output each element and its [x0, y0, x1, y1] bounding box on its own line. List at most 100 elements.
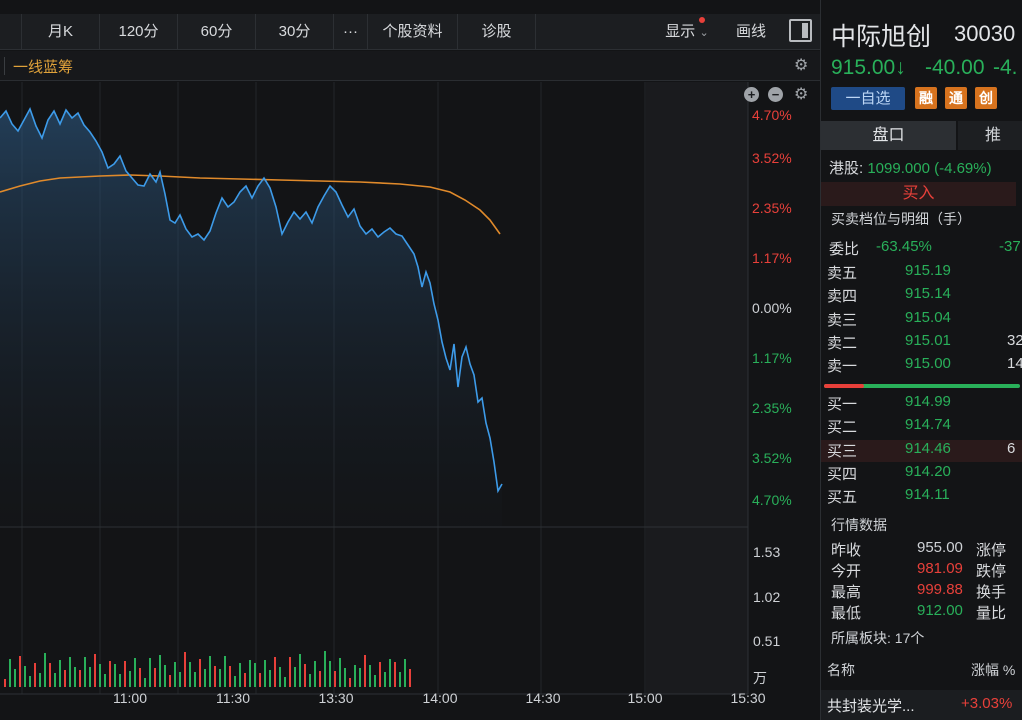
- volume-bar: [19, 656, 21, 687]
- chevron-down-icon: ⌄: [699, 27, 709, 39]
- bid-row[interactable]: 买五 914.11: [821, 486, 1022, 508]
- hk-quote-line: 港股: 1099.000 (-4.69%): [821, 157, 1022, 178]
- indicator-divider: [4, 57, 5, 75]
- weibi-value: -63.45%: [876, 238, 932, 255]
- depth-ratio-bar: [824, 384, 1020, 388]
- volume-bar: [14, 669, 16, 687]
- connect-tag: 通: [945, 87, 967, 109]
- ask-level-volume: 32: [1007, 331, 1022, 349]
- gear-icon[interactable]: ⚙: [794, 55, 808, 75]
- volume-bar: [264, 660, 266, 687]
- market-value: 999.88: [917, 581, 963, 598]
- volume-bar: [329, 661, 331, 687]
- time-tick-label: 11:30: [216, 690, 250, 706]
- volume-bar: [254, 663, 256, 687]
- last-price: 915.00↓: [831, 56, 906, 79]
- percent-tick-label: 4.70%: [752, 492, 792, 508]
- ask-row[interactable]: 卖四 915.14: [821, 285, 1022, 307]
- sector-col-name: 名称: [827, 662, 855, 678]
- bid-row[interactable]: 买三 914.46 6: [821, 439, 1022, 462]
- sector-row[interactable]: 共封装光学... +3.03%: [821, 690, 1022, 720]
- volume-bar: [84, 657, 86, 687]
- time-tick-label: 13:30: [318, 690, 353, 706]
- tab-recommend[interactable]: 推: [958, 121, 1022, 150]
- volume-bar: [149, 658, 151, 687]
- volume-bar: [214, 666, 216, 687]
- stock-name: 中际旭创: [831, 23, 932, 51]
- volume-bar: [334, 671, 336, 687]
- volume-bar: [114, 664, 116, 687]
- volume-bar: [224, 656, 226, 687]
- ask-row[interactable]: 卖一 915.00 14: [821, 355, 1022, 377]
- ask-row[interactable]: 卖二 915.01 32: [821, 332, 1022, 354]
- ask-row[interactable]: 卖五 915.19: [821, 262, 1022, 284]
- volume-bar: [339, 658, 341, 687]
- indicator-label[interactable]: 一线蓝筹: [13, 56, 73, 77]
- volume-bar: [139, 668, 141, 687]
- tab-120min[interactable]: 120分: [100, 14, 178, 50]
- volume-bar: [389, 659, 391, 687]
- volume-bar: [109, 661, 111, 687]
- volume-bar: [289, 657, 291, 687]
- tab-month-k[interactable]: 月K: [22, 14, 100, 50]
- price-change: -40.00: [925, 56, 985, 79]
- ask-row[interactable]: 卖三 915.04: [821, 309, 1022, 331]
- volume-bar: [209, 656, 211, 687]
- bid-row[interactable]: 买一 914.99: [821, 393, 1022, 415]
- volume-bar: [144, 678, 146, 687]
- market-value: 955.00: [917, 539, 963, 556]
- stock-code: 30030: [954, 21, 1016, 46]
- market-value: 912.00: [917, 602, 963, 619]
- volume-bar: [379, 662, 381, 687]
- intraday-chart: 4.70% 3.52% 2.35% 1.17% 0.00% 1.17% 2.35% 3.52%…: [0, 82, 820, 720]
- volume-bar: [319, 671, 321, 687]
- volume-bar: [124, 661, 126, 687]
- more-button[interactable]: ···: [334, 14, 368, 50]
- tab-60min[interactable]: 60分: [178, 14, 256, 50]
- volume-bar: [59, 660, 61, 687]
- volume-bar: [104, 674, 106, 687]
- depth-title: 买卖档位与明细（手）: [831, 211, 971, 227]
- add-watchlist-button[interactable]: 一自选: [831, 87, 905, 110]
- percent-axis: 4.70% 3.52% 2.35% 1.17% 0.00% 1.17% 2.35% 3.52%…: [752, 107, 792, 508]
- volume-bar: [279, 667, 281, 687]
- zoom-out-icon[interactable]: −: [768, 87, 783, 102]
- ask-level-label: 卖五: [827, 265, 858, 282]
- tab-30min[interactable]: 30分: [256, 14, 334, 50]
- chart-canvas: 4.70% 3.52% 2.35% 1.17% 0.00% 1.17% 2.35% 3.52%…: [0, 82, 792, 706]
- volume-bar: [179, 672, 181, 687]
- volume-bar: [24, 666, 26, 687]
- stock-profile-button[interactable]: 个股资料: [368, 14, 458, 50]
- volume-bar: [239, 663, 241, 687]
- buy-tab[interactable]: 买入: [821, 182, 1016, 206]
- volume-bar: [259, 673, 261, 687]
- display-menu[interactable]: 显示 ⌄: [652, 14, 722, 50]
- volume-bar: [349, 678, 351, 687]
- market-value: 981.09: [917, 560, 963, 577]
- bid-row[interactable]: 买二 914.74: [821, 416, 1022, 438]
- volume-bar: [249, 660, 251, 687]
- volume-bar: [359, 668, 361, 687]
- time-tick-label: 11:00: [113, 690, 147, 706]
- bid-level-price: 914.74: [905, 416, 951, 434]
- market-right-label: 跌停: [976, 563, 1007, 580]
- panel-toggle-icon[interactable]: [789, 19, 812, 42]
- volume-bar: [294, 667, 296, 687]
- volume-tick-label: 1.53: [753, 544, 780, 560]
- diagnose-button[interactable]: 诊股: [458, 14, 536, 50]
- ask-level-price: 915.01: [905, 331, 951, 349]
- tab-order-book[interactable]: 盘口: [821, 121, 956, 150]
- volume-bar: [219, 669, 221, 687]
- sector-col-change[interactable]: 涨幅 %: [971, 660, 1015, 680]
- volume-bar: [299, 654, 301, 687]
- volume-bar: [39, 673, 41, 687]
- chart-gear-icon[interactable]: ⚙: [794, 84, 808, 104]
- volume-bars: [4, 651, 411, 687]
- volume-bar: [129, 671, 131, 687]
- bid-row[interactable]: 买四 914.20: [821, 463, 1022, 485]
- volume-bar: [314, 661, 316, 687]
- zoom-in-icon[interactable]: +: [744, 87, 759, 102]
- draw-line-button[interactable]: 画线: [722, 14, 780, 50]
- ask-level-price: 915.14: [905, 285, 951, 303]
- percent-tick-label: 4.70%: [752, 107, 792, 123]
